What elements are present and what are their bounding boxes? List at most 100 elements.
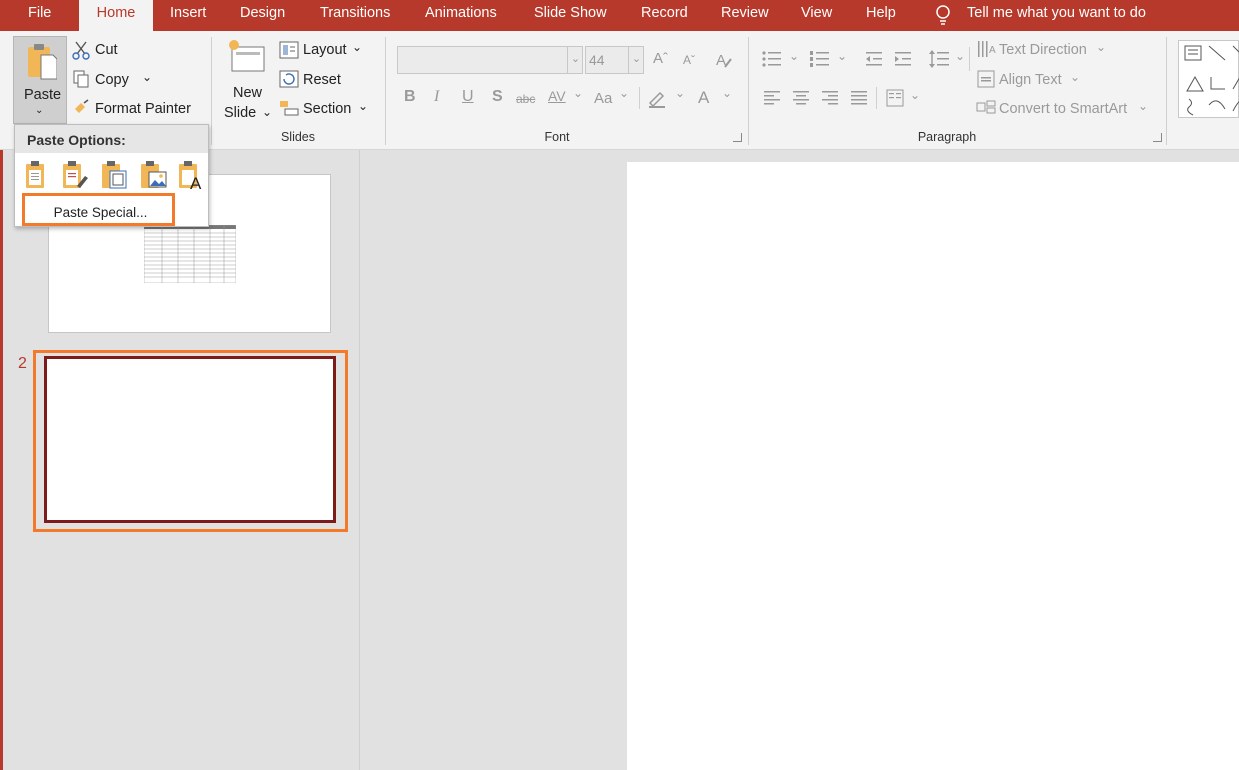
paragraph-group-label: Paragraph — [917, 130, 977, 144]
paste-keep-source-formatting-icon[interactable] — [59, 160, 91, 190]
svg-text:A: A — [989, 45, 996, 56]
increase-indent-icon[interactable] — [893, 49, 913, 69]
change-case-button[interactable]: Aa — [594, 90, 612, 107]
paste-options-title: Paste Options: — [27, 132, 126, 148]
font-color-dropdown-icon[interactable]: ⌄ — [722, 86, 732, 100]
align-left-icon[interactable] — [762, 89, 782, 107]
new-slide-label-line2[interactable]: Slide — [224, 105, 256, 121]
align-right-icon[interactable] — [820, 89, 840, 107]
align-text-dropdown-icon[interactable]: ⌄ — [1070, 70, 1080, 84]
smartart-icon[interactable] — [976, 99, 996, 119]
paste-embed-icon[interactable] — [98, 160, 130, 190]
slide-editing-canvas[interactable] — [627, 162, 1239, 770]
font-size-dropdown-icon[interactable]: ⌄ — [628, 46, 644, 74]
numbering-dropdown-icon[interactable]: ⌄ — [837, 49, 847, 63]
columns-icon[interactable] — [885, 88, 905, 108]
align-text-icon[interactable] — [976, 69, 996, 89]
strikethrough-button[interactable]: abc — [516, 92, 535, 106]
tab-design[interactable]: Design — [240, 0, 285, 31]
text-direction-dropdown-icon[interactable]: ⌄ — [1096, 40, 1106, 54]
lightbulb-icon — [934, 4, 952, 26]
align-text-button[interactable]: Align Text — [999, 72, 1062, 88]
tab-record[interactable]: Record — [641, 0, 688, 31]
format-painter-icon — [72, 99, 90, 117]
text-shadow-button[interactable]: S — [492, 88, 503, 106]
layout-dropdown-icon[interactable]: ⌄ — [352, 40, 362, 54]
slide-number-2: 2 — [18, 355, 27, 372]
tab-animations[interactable]: Animations — [425, 0, 497, 31]
copy-icon — [72, 69, 90, 89]
cut-button[interactable]: Cut — [95, 42, 118, 58]
numbering-icon[interactable] — [809, 49, 831, 69]
paste-button[interactable]: Paste ⌄ — [13, 36, 67, 124]
scissors-icon — [72, 40, 90, 60]
font-group-label: Font — [544, 130, 570, 144]
slide-thumbnail-2[interactable] — [44, 356, 336, 523]
reset-button[interactable]: Reset — [303, 72, 341, 88]
tab-help[interactable]: Help — [866, 0, 896, 31]
paste-keep-text-only-icon[interactable]: A — [175, 160, 207, 190]
font-name-box[interactable] — [397, 46, 583, 74]
change-case-dropdown-icon[interactable]: ⌄ — [619, 86, 629, 100]
font-dialog-launcher-icon[interactable] — [733, 133, 742, 142]
section-button[interactable]: Section — [303, 101, 351, 117]
shapes-gallery[interactable] — [1178, 40, 1239, 118]
new-slide-icon — [228, 39, 268, 75]
tell-me-search[interactable]: Tell me what you want to do — [967, 0, 1146, 31]
format-painter-button[interactable]: Format Painter — [95, 101, 191, 117]
text-direction-icon[interactable]: A — [976, 39, 996, 61]
highlight-pen-icon[interactable] — [646, 87, 668, 109]
section-dropdown-icon[interactable]: ⌄ — [358, 99, 368, 113]
tab-review[interactable]: Review — [721, 0, 769, 31]
italic-button[interactable]: I — [434, 88, 439, 106]
copy-button[interactable]: Copy — [95, 72, 129, 88]
line-spacing-dropdown-icon[interactable]: ⌄ — [955, 49, 965, 63]
layout-button[interactable]: Layout — [303, 42, 347, 58]
group-separator — [385, 37, 386, 145]
justify-icon[interactable] — [849, 89, 869, 107]
text-direction-button[interactable]: Text Direction — [999, 42, 1087, 58]
tab-view[interactable]: View — [801, 0, 832, 31]
character-spacing-button[interactable]: AV — [548, 88, 566, 104]
tab-home[interactable]: Home — [79, 0, 153, 31]
paragraph-dialog-launcher-icon[interactable] — [1153, 133, 1162, 142]
tab-insert[interactable]: Insert — [170, 0, 206, 31]
decrease-font-size-icon[interactable]: Aˇ — [683, 53, 695, 67]
section-icon — [279, 99, 299, 117]
highlight-dropdown-icon[interactable]: ⌄ — [675, 86, 685, 100]
bold-button[interactable]: B — [404, 88, 416, 106]
convert-smartart-dropdown-icon[interactable]: ⌄ — [1138, 99, 1148, 113]
paste-use-destination-theme-icon[interactable] — [22, 160, 48, 190]
convert-smartart-button[interactable]: Convert to SmartArt — [999, 101, 1127, 117]
font-color-button[interactable]: A — [698, 88, 709, 108]
clear-formatting-icon[interactable]: A — [713, 49, 735, 71]
tab-file[interactable]: File — [28, 0, 51, 31]
slides-group-label: Slides — [280, 130, 316, 144]
layout-icon — [279, 41, 299, 59]
align-center-icon[interactable] — [791, 89, 811, 107]
columns-dropdown-icon[interactable]: ⌄ — [910, 88, 920, 102]
paste-special-highlight — [22, 193, 175, 226]
paste-label: Paste — [24, 87, 62, 103]
paragraph-divider — [969, 47, 970, 71]
increase-font-size-icon[interactable]: Aˆ — [653, 50, 668, 67]
font-name-dropdown-icon[interactable]: ⌄ — [567, 46, 583, 74]
line-spacing-icon[interactable] — [928, 48, 950, 70]
character-spacing-dropdown-icon[interactable]: ⌄ — [573, 86, 583, 100]
new-slide-label[interactable]: New — [233, 85, 262, 101]
group-separator — [748, 37, 749, 145]
new-slide-dropdown-icon[interactable]: ⌄ — [262, 105, 272, 119]
tab-slide-show[interactable]: Slide Show — [534, 0, 607, 31]
ribbon-tab-bar: File Home Insert Design Transitions Anim… — [0, 0, 1239, 31]
bullets-icon[interactable] — [761, 49, 783, 69]
paste-as-picture-icon[interactable] — [137, 160, 169, 190]
thumbnail-table-preview — [144, 225, 236, 283]
bullets-dropdown-icon[interactable]: ⌄ — [789, 49, 799, 63]
decrease-indent-icon[interactable] — [864, 49, 884, 69]
tab-transitions[interactable]: Transitions — [320, 0, 390, 31]
group-separator — [1166, 37, 1167, 145]
reset-icon — [279, 70, 299, 88]
paragraph-divider — [876, 87, 877, 109]
underline-button[interactable]: U — [462, 88, 474, 106]
copy-dropdown-icon[interactable]: ⌄ — [142, 70, 152, 84]
